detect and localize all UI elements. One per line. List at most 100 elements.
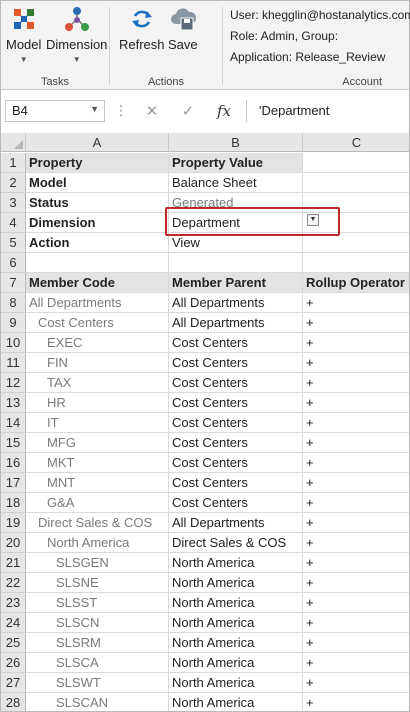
row-number[interactable]: 18 xyxy=(1,493,26,513)
row-number[interactable]: 19 xyxy=(1,513,26,533)
column-header-b[interactable]: B xyxy=(169,133,303,152)
cell-b[interactable]: Generated xyxy=(169,193,303,213)
row-number[interactable]: 28 xyxy=(1,693,26,711)
cell-b[interactable]: All Departments xyxy=(169,313,303,333)
cell-c[interactable]: + xyxy=(303,433,409,453)
cell-a[interactable]: IT xyxy=(26,413,169,433)
cell-b[interactable]: Cost Centers xyxy=(169,493,303,513)
cell-a[interactable]: MKT xyxy=(26,453,169,473)
row-number[interactable]: 7 xyxy=(1,273,26,293)
cell-a[interactable]: Property xyxy=(26,153,169,173)
cell-a[interactable]: Direct Sales & COS xyxy=(26,513,169,533)
cell-a[interactable]: Cost Centers xyxy=(26,313,169,333)
row-number[interactable]: 23 xyxy=(1,593,26,613)
cell-c[interactable]: + xyxy=(303,613,409,633)
cell-c[interactable]: + xyxy=(303,293,409,313)
cell-c[interactable]: + xyxy=(303,573,409,593)
cell-a[interactable]: G&A xyxy=(26,493,169,513)
cell-b[interactable]: North America xyxy=(169,653,303,673)
cell-a[interactable]: MNT xyxy=(26,473,169,493)
row-number[interactable]: 20 xyxy=(1,533,26,553)
cell-a[interactable]: Member Code xyxy=(26,273,169,293)
cell-a[interactable]: Action xyxy=(26,233,169,253)
cell-c[interactable]: + xyxy=(303,533,409,553)
row-number[interactable]: 2 xyxy=(1,173,26,193)
cell-a[interactable]: Status xyxy=(26,193,169,213)
cell-a[interactable]: SLSST xyxy=(26,593,169,613)
cell-c[interactable]: + xyxy=(303,513,409,533)
cell-c[interactable]: + xyxy=(303,393,409,413)
cell-b[interactable]: North America xyxy=(169,613,303,633)
row-number[interactable]: 3 xyxy=(1,193,26,213)
cell-c[interactable]: + xyxy=(303,353,409,373)
cell-c[interactable]: + xyxy=(303,493,409,513)
row-number[interactable]: 13 xyxy=(1,393,26,413)
cell-b[interactable]: Property Value xyxy=(169,153,303,173)
cell-b[interactable]: North America xyxy=(169,553,303,573)
cell-a[interactable]: SLSGEN xyxy=(26,553,169,573)
row-number[interactable]: 11 xyxy=(1,353,26,373)
save-button[interactable]: Save xyxy=(168,5,198,52)
cell-a[interactable]: SLSCAN xyxy=(26,693,169,711)
cell-a[interactable]: SLSCA xyxy=(26,653,169,673)
cell-b[interactable]: Cost Centers xyxy=(169,353,303,373)
cell-a[interactable]: SLSRM xyxy=(26,633,169,653)
chevron-down-icon[interactable]: ▼ xyxy=(90,104,99,114)
cell-b[interactable]: Department xyxy=(169,213,303,233)
formula-input[interactable]: 'Department xyxy=(246,100,406,122)
cell-b[interactable]: North America xyxy=(169,593,303,613)
cell-c[interactable] xyxy=(303,253,409,273)
cell-c[interactable]: + xyxy=(303,413,409,433)
cell-b[interactable]: Cost Centers xyxy=(169,473,303,493)
cell-c[interactable]: + xyxy=(303,373,409,393)
row-number[interactable]: 1 xyxy=(1,153,26,173)
row-number[interactable]: 21 xyxy=(1,553,26,573)
cell-b[interactable]: Member Parent xyxy=(169,273,303,293)
cell-c[interactable]: + xyxy=(303,473,409,493)
row-number[interactable]: 27 xyxy=(1,673,26,693)
row-number[interactable]: 12 xyxy=(1,373,26,393)
cell-c[interactable]: + xyxy=(303,633,409,653)
cell-dropdown-button[interactable]: ▼ xyxy=(307,214,319,226)
cell-b[interactable]: View xyxy=(169,233,303,253)
name-box[interactable]: B4 ▼ xyxy=(5,100,105,122)
row-number[interactable]: 17 xyxy=(1,473,26,493)
cell-b[interactable]: Cost Centers xyxy=(169,453,303,473)
cell-a[interactable]: EXEC xyxy=(26,333,169,353)
cell-b[interactable]: Cost Centers xyxy=(169,433,303,453)
cell-a[interactable]: TAX xyxy=(26,373,169,393)
row-number[interactable]: 15 xyxy=(1,433,26,453)
cell-a[interactable]: Model xyxy=(26,173,169,193)
cell-b[interactable]: North America xyxy=(169,633,303,653)
refresh-button[interactable]: Refresh xyxy=(119,5,165,52)
cell-c[interactable]: + xyxy=(303,553,409,573)
row-number[interactable]: 14 xyxy=(1,413,26,433)
column-header-c[interactable]: C xyxy=(303,133,409,152)
cell-b[interactable]: All Departments xyxy=(169,293,303,313)
cell-b[interactable]: Direct Sales & COS xyxy=(169,533,303,553)
cell-b[interactable] xyxy=(169,253,303,273)
insert-function-icon[interactable]: fx xyxy=(206,102,242,120)
row-number[interactable]: 24 xyxy=(1,613,26,633)
dimension-button[interactable]: Dimension ▼ xyxy=(46,5,107,64)
cell-c[interactable]: + xyxy=(303,693,409,711)
cell-b[interactable]: Cost Centers xyxy=(169,413,303,433)
select-all-corner[interactable] xyxy=(1,133,26,152)
row-number[interactable]: 6 xyxy=(1,253,26,273)
cell-b[interactable]: Cost Centers xyxy=(169,373,303,393)
row-number[interactable]: 8 xyxy=(1,293,26,313)
row-number[interactable]: 22 xyxy=(1,573,26,593)
cell-c[interactable] xyxy=(303,173,409,193)
cell-a[interactable]: Dimension xyxy=(26,213,169,233)
cell-a[interactable]: HR xyxy=(26,393,169,413)
row-number[interactable]: 9 xyxy=(1,313,26,333)
cell-a[interactable]: SLSCN xyxy=(26,613,169,633)
cell-a[interactable] xyxy=(26,253,169,273)
cell-c[interactable]: + xyxy=(303,333,409,353)
cell-b[interactable]: Balance Sheet xyxy=(169,173,303,193)
cell-c[interactable] xyxy=(303,153,409,173)
cell-b[interactable]: North America xyxy=(169,673,303,693)
cell-c[interactable] xyxy=(303,213,409,233)
row-number[interactable]: 4 xyxy=(1,213,26,233)
cell-b[interactable]: North America xyxy=(169,693,303,711)
